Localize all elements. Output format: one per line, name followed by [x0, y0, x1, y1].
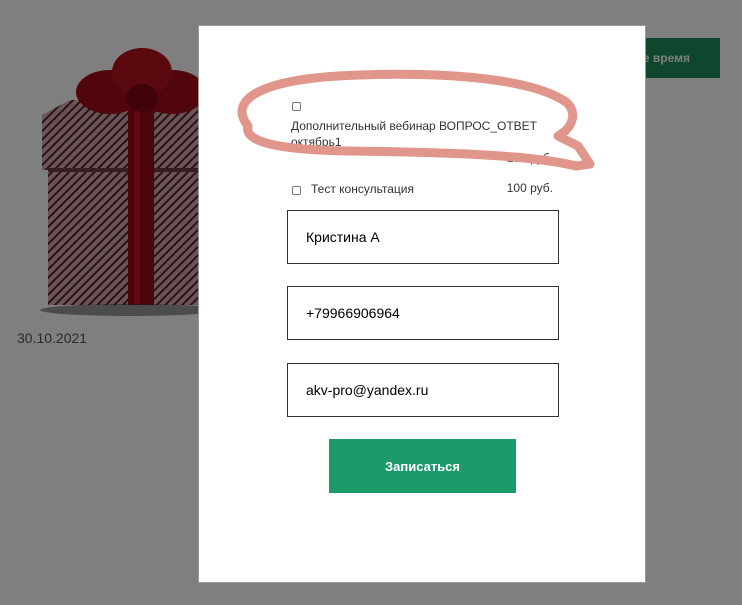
signup-modal: Дополнительный вебинар ВОПРОС_ОТВЕТ октя… [198, 25, 646, 583]
option-checkbox-webinar[interactable] [292, 102, 301, 111]
submit-button[interactable]: Записаться [329, 439, 516, 493]
page: 30.10.2021 е время Дополнительный вебина… [0, 0, 742, 605]
phone-field[interactable] [287, 286, 559, 340]
name-field[interactable] [287, 210, 559, 264]
email-field[interactable] [287, 363, 559, 417]
option-label-consultation: Тест консультация [311, 182, 415, 196]
option-checkbox-consultation[interactable] [292, 186, 301, 195]
option-price-consultation: 100 руб. [506, 181, 553, 195]
option-label-webinar: Дополнительный вебинар ВОПРОС_ОТВЕТ октя… [291, 119, 537, 149]
option-price-webinar: 100 руб. [506, 151, 553, 165]
